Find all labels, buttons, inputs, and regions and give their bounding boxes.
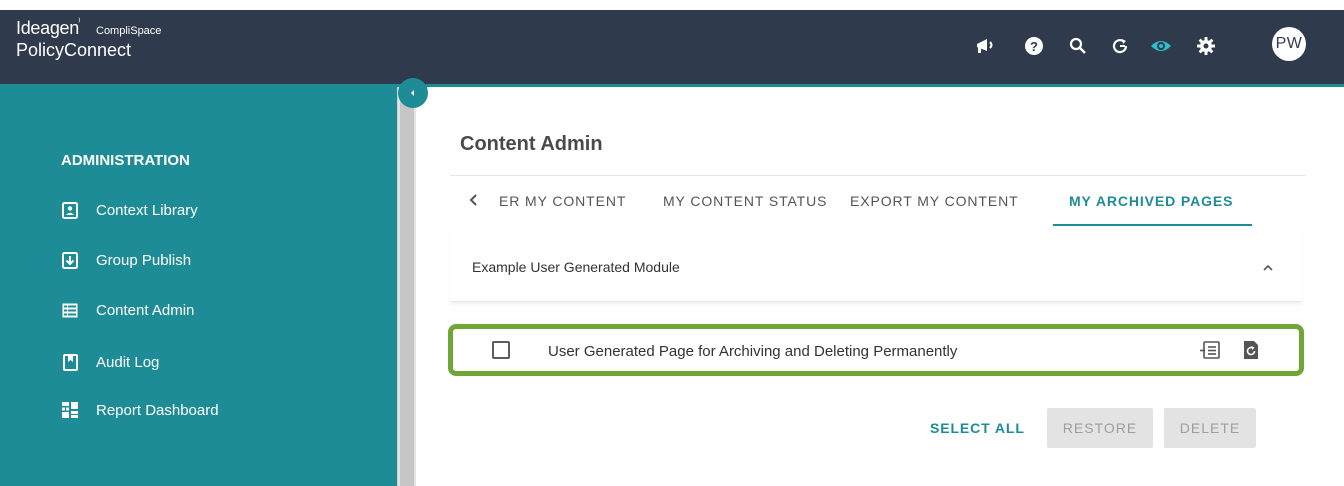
sidebar: [0, 87, 397, 486]
context-library-icon: [61, 201, 79, 219]
chevron-left-icon: [469, 194, 477, 206]
archived-page-title: User Generated Page for Archiving and De…: [548, 343, 958, 360]
active-tab-indicator: [1053, 224, 1252, 226]
sidebar-item-label: Content Admin: [96, 301, 195, 319]
restore-button[interactable]: RESTORE: [1047, 408, 1153, 448]
sidebar-item-audit-log[interactable]: Audit Log: [61, 350, 159, 374]
eye-icon[interactable]: [1150, 35, 1172, 57]
group-publish-icon: [61, 251, 79, 269]
sidebar-item-label: Audit Log: [96, 353, 160, 371]
refresh-icon[interactable]: [1109, 35, 1131, 57]
sidebar-scrollbar-thumb[interactable]: [400, 87, 414, 486]
collapse-sidebar-button[interactable]: [398, 78, 428, 108]
app-window: Ideagen⁾ CompliSpace PolicyConnect ? PW …: [0, 0, 1344, 486]
sidebar-item-group-publish[interactable]: Group Publish: [61, 248, 191, 272]
view-details-icon[interactable]: [1199, 339, 1221, 361]
logo-sub-brand: CompliSpace: [96, 25, 162, 37]
logo-brand-mark: ⁾: [77, 17, 81, 28]
caret-left-icon: [411, 90, 414, 96]
help-icon[interactable]: ?: [1023, 35, 1045, 57]
sidebar-item-label: Context Library: [96, 201, 198, 219]
report-dashboard-icon: [61, 401, 79, 419]
svg-text:?: ?: [1030, 39, 1038, 54]
sidebar-scrollbar[interactable]: [397, 87, 416, 486]
tab-export-my-content[interactable]: EXPORT MY CONTENT: [850, 193, 1019, 209]
delete-button[interactable]: DELETE: [1164, 408, 1256, 448]
megaphone-icon[interactable]: [975, 35, 997, 57]
sidebar-item-label: Report Dashboard: [96, 401, 219, 419]
sidebar-item-context-library[interactable]: Context Library: [61, 198, 198, 222]
gear-icon[interactable]: [1195, 35, 1217, 57]
top-bar: [0, 10, 1344, 84]
audit-log-icon: [61, 353, 79, 371]
page-select-checkbox[interactable]: [492, 341, 510, 359]
select-all-button[interactable]: SELECT ALL: [930, 420, 1025, 436]
tab-my-archived-pages[interactable]: MY ARCHIVED PAGES: [1069, 193, 1233, 209]
sidebar-item-report-dashboard[interactable]: Report Dashboard: [61, 398, 219, 422]
tabs-scroll-left-button[interactable]: [468, 193, 478, 212]
logo-brand: Ideagen⁾: [16, 17, 81, 38]
restore-page-icon[interactable]: [1240, 339, 1262, 361]
sidebar-section-heading: ADMINISTRATION: [61, 152, 190, 169]
page-title: Content Admin: [460, 133, 603, 155]
tab-manage-my-content[interactable]: ER MY CONTENT: [499, 193, 626, 209]
logo-product-name: PolicyConnect: [16, 40, 132, 60]
tabs-top-divider: [450, 175, 1306, 176]
tab-my-content-status[interactable]: MY CONTENT STATUS: [663, 193, 827, 209]
avatar[interactable]: PW: [1272, 27, 1306, 61]
content-admin-icon: [61, 301, 79, 319]
sidebar-item-content-admin[interactable]: Content Admin: [61, 298, 194, 322]
chevron-up-icon[interactable]: [1260, 260, 1276, 276]
sidebar-item-label: Group Publish: [96, 251, 192, 269]
search-icon[interactable]: [1067, 35, 1089, 57]
module-title: Example User Generated Module: [472, 259, 680, 275]
